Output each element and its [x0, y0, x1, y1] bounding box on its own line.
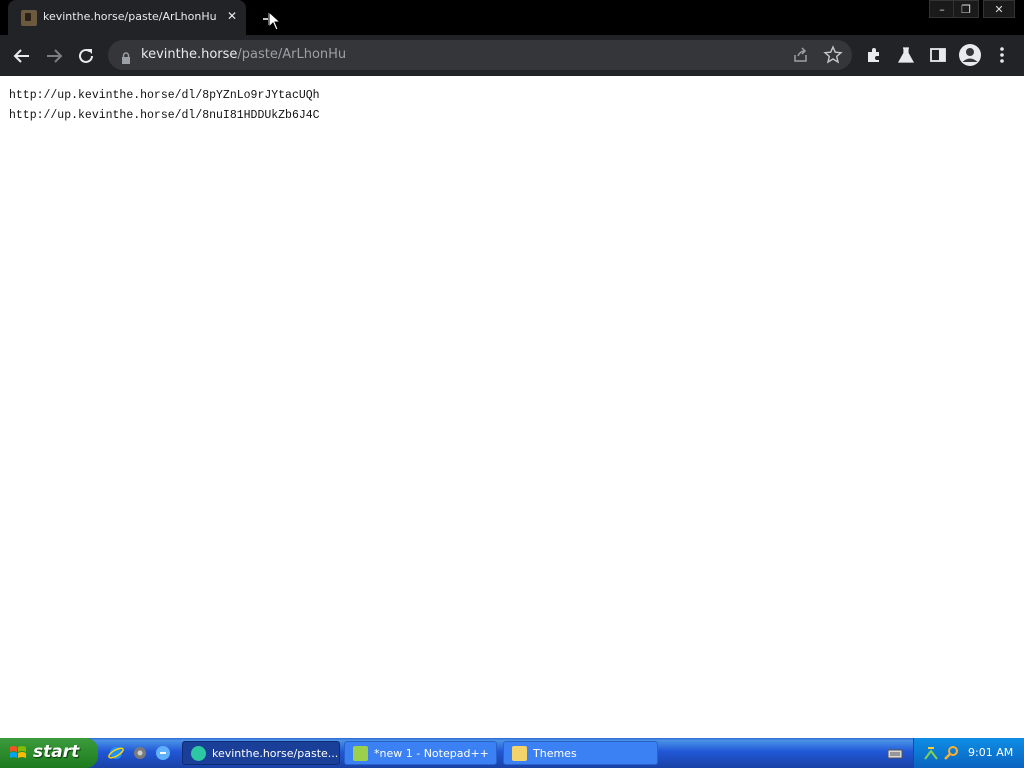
taskbar-item-label: kevinthe.horse/paste...: [212, 747, 339, 760]
labs-flask-icon[interactable]: [896, 45, 916, 65]
browser-titlebar: kevinthe.horse/paste/ArLhonHu ✕ – ❐ ✕: [0, 0, 1024, 35]
extensions-puzzle-icon[interactable]: [864, 45, 884, 65]
mouse-cursor-icon: [268, 10, 282, 35]
paste-line: http://up.kevinthe.horse/dl/8pYZnLo9rJYt…: [9, 89, 320, 102]
page-content: http://up.kevinthe.horse/dl/8pYZnLo9rJYt…: [0, 76, 1024, 738]
url-path: /paste/ArLhonHu: [237, 47, 347, 62]
keyboard-icon[interactable]: [887, 745, 903, 761]
media-player-icon[interactable]: [132, 745, 148, 761]
menu-kebab-icon[interactable]: [992, 45, 1012, 65]
back-arrow-icon[interactable]: [9, 43, 35, 69]
chrome-app-icon: [191, 746, 206, 761]
internet-explorer-icon[interactable]: [108, 745, 124, 761]
site-favicon-icon: [21, 10, 37, 26]
share-icon[interactable]: [791, 45, 811, 65]
paste-line: http://up.kevinthe.horse/dl/8nuI81HDDUkZ…: [9, 109, 320, 122]
taskbar-item-label: Themes: [533, 747, 577, 760]
folder-icon: [512, 746, 527, 761]
search-icon[interactable]: [943, 745, 959, 761]
profile-avatar-icon[interactable]: [958, 43, 982, 67]
clock[interactable]: 9:01 AM: [968, 746, 1013, 759]
url-text[interactable]: kevinthe.horse/paste/ArLhonHu: [141, 47, 346, 62]
address-bar[interactable]: kevinthe.horse/paste/ArLhonHu: [108, 40, 852, 70]
taskbar-item-themes[interactable]: Themes: [503, 741, 658, 765]
window-minimize-button[interactable]: –: [929, 0, 955, 18]
taskbar-item-notepad[interactable]: *new 1 - Notepad++: [344, 741, 497, 765]
start-label: start: [33, 742, 80, 762]
reload-icon[interactable]: [73, 43, 99, 69]
show-desktop-icon[interactable]: [155, 745, 171, 761]
bookmark-star-icon[interactable]: [823, 45, 843, 65]
tab-close-icon[interactable]: ✕: [224, 8, 240, 24]
notepad-app-icon: [353, 746, 368, 761]
tab-title: kevinthe.horse/paste/ArLhonHu: [43, 10, 217, 23]
network-icon[interactable]: [923, 745, 939, 761]
url-host: kevinthe.horse: [141, 47, 238, 62]
taskbar-item-browser[interactable]: kevinthe.horse/paste...: [182, 741, 340, 765]
windows-flag-icon: [9, 745, 27, 761]
system-tray: 9:01 AM: [913, 738, 1024, 768]
forward-arrow-icon[interactable]: [41, 43, 67, 69]
taskbar-item-label: *new 1 - Notepad++: [374, 747, 489, 760]
windows-taskbar: start kevinthe.horse/paste... *new 1 - N…: [0, 738, 1024, 768]
browser-tab-active[interactable]: kevinthe.horse/paste/ArLhonHu ✕: [8, 0, 246, 35]
window-close-button[interactable]: ✕: [983, 0, 1015, 18]
start-button[interactable]: start: [0, 738, 98, 768]
paste-text: http://up.kevinthe.horse/dl/8pYZnLo9rJYt…: [9, 86, 320, 126]
side-panel-icon[interactable]: [928, 45, 948, 65]
window-restore-button[interactable]: ❐: [953, 0, 979, 18]
lock-icon[interactable]: [121, 49, 131, 64]
